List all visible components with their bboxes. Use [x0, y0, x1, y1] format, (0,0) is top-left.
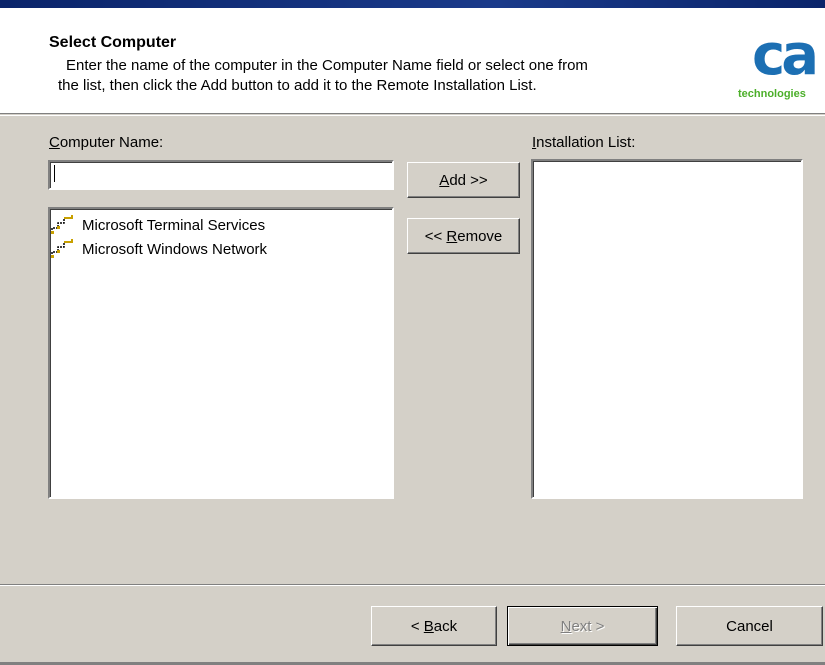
installation-list-label-text: nstallation List:: [536, 134, 636, 151]
ca-technologies-logo: ca technologies: [738, 28, 825, 108]
cancel-label: Cancel: [726, 617, 773, 635]
text-caret: [54, 165, 55, 182]
next-mnemonic: N: [560, 617, 572, 635]
logo-text: technologies: [738, 88, 806, 100]
computer-name-input[interactable]: [48, 160, 394, 190]
page-title: Select Computer: [49, 34, 177, 51]
installation-list[interactable]: [531, 159, 803, 499]
next-button[interactable]: Next >: [507, 606, 658, 646]
back-prefix: <: [410, 617, 424, 635]
list-item-label: Microsoft Windows Network: [82, 240, 268, 258]
header-divider: [0, 115, 825, 116]
add-mnemonic: A: [439, 171, 450, 189]
add-label: dd >>: [449, 171, 488, 189]
computer-name-label: Computer Name:: [49, 134, 163, 151]
back-label: ack: [433, 617, 458, 635]
description-line-1: Enter the name of the computer in the Co…: [66, 57, 588, 74]
back-mnemonic: B: [423, 617, 434, 635]
wizard-header: Select Computer Enter the name of the co…: [0, 8, 825, 114]
network-icon: [51, 215, 73, 234]
list-item-label: Microsoft Terminal Services: [82, 216, 266, 234]
logo-mark: ca: [752, 23, 819, 88]
page-description: Enter the name of the computer in the Co…: [58, 56, 726, 96]
title-bar-strip: [0, 0, 825, 8]
remove-button[interactable]: << Remove: [407, 218, 520, 254]
add-button[interactable]: Add >>: [407, 162, 520, 198]
remove-label: emove: [457, 227, 503, 245]
network-icon: [51, 239, 73, 258]
description-line-2: the list, then click the Add button to a…: [58, 77, 537, 94]
back-button[interactable]: < Back: [371, 606, 497, 646]
footer-divider-highlight: [0, 585, 825, 586]
next-label: ext >: [571, 617, 605, 635]
list-item[interactable]: Microsoft Terminal Services: [50, 213, 265, 237]
cancel-button[interactable]: Cancel: [676, 606, 823, 646]
computer-name-mnemonic: C: [49, 134, 60, 151]
list-item[interactable]: Microsoft Windows Network: [50, 237, 267, 261]
remove-mnemonic: R: [446, 227, 458, 245]
computer-name-label-text: omputer Name:: [59, 134, 164, 151]
remove-prefix: <<: [424, 227, 447, 245]
network-browse-list[interactable]: Microsoft Terminal Services Microsoft Wi…: [48, 207, 394, 499]
installation-list-label: Installation List:: [532, 134, 635, 151]
